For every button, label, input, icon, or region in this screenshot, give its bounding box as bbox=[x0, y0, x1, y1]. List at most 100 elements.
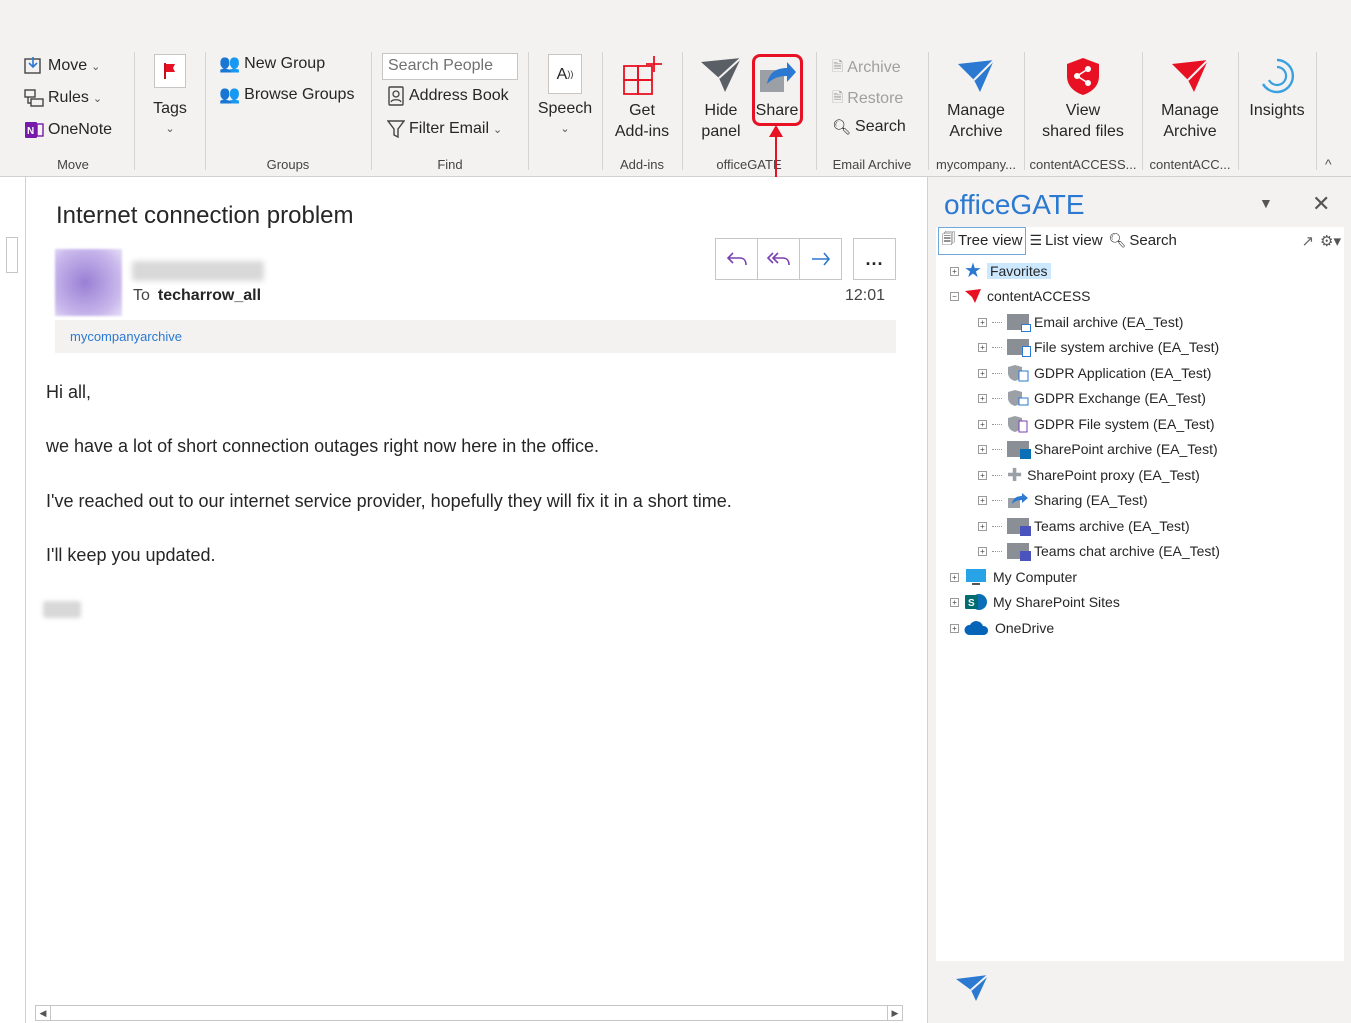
speech-button[interactable]: A)) Speech ⌄ bbox=[536, 54, 594, 140]
tree-item-sharepoint-proxy[interactable]: + ✚ SharePoint proxy (EA_Test) bbox=[978, 464, 1200, 486]
chevron-down-icon: ⌄ bbox=[92, 92, 103, 105]
expand-icon[interactable]: + bbox=[978, 419, 987, 429]
scroll-right-icon[interactable]: ▶ bbox=[887, 1006, 902, 1020]
expand-icon[interactable]: + bbox=[950, 597, 959, 607]
paper-plane-icon bbox=[934, 52, 1018, 100]
officegate-panel: officeGATE ▼ ✕ 🗐 Tree view ☰ List view 🔍… bbox=[927, 177, 1351, 1023]
expand-icon[interactable]: + bbox=[978, 368, 987, 378]
tree-item-favorites[interactable]: + ★ Favorites bbox=[950, 260, 1051, 282]
gear-icon[interactable]: ⚙▾ bbox=[1317, 230, 1344, 252]
search-people-input[interactable]: Search People bbox=[382, 53, 518, 80]
list-view-button[interactable]: ☰ List view bbox=[1026, 230, 1105, 251]
expand-icon[interactable]: + bbox=[950, 572, 959, 582]
hide-panel-button[interactable]: Hide panel bbox=[692, 52, 750, 142]
folder-info-bar: mycompanyarchive bbox=[55, 320, 896, 353]
body-paragraph: I'll keep you updated. bbox=[46, 545, 216, 565]
address-book-button[interactable]: Address Book bbox=[387, 86, 509, 106]
address-book-icon bbox=[388, 86, 404, 106]
close-icon[interactable]: ✕ bbox=[1312, 191, 1330, 217]
manage-archive-button[interactable]: Manage Archive bbox=[934, 52, 1018, 142]
browse-groups-button[interactable]: 👥 Browse Groups bbox=[219, 85, 354, 105]
get-addins-button[interactable]: Get Add-ins bbox=[608, 52, 676, 142]
email-subject: Internet connection problem bbox=[56, 202, 354, 229]
mycompany-group: Manage Archive mycompany... bbox=[930, 48, 1022, 174]
expand-folder-pane-handle[interactable] bbox=[6, 237, 18, 273]
ribbon-separator bbox=[682, 52, 683, 170]
pin-icon[interactable]: ↗ bbox=[1298, 230, 1317, 252]
tree-item-file-system-archive[interactable]: + File system archive (EA_Test) bbox=[978, 336, 1219, 358]
tree-item-teams-chat-archive[interactable]: + Teams chat archive (EA_Test) bbox=[978, 540, 1220, 562]
expand-icon[interactable]: + bbox=[950, 623, 959, 633]
folder-link[interactable]: mycompanyarchive bbox=[70, 329, 182, 344]
collapse-ribbon-icon[interactable]: ^ bbox=[1325, 156, 1332, 172]
paper-plane-icon bbox=[965, 289, 981, 303]
insights-icon bbox=[1242, 52, 1312, 100]
groups-group: 👥 New Group 👥 Browse Groups Groups bbox=[207, 48, 369, 174]
tags-button[interactable]: Tags ⌄ bbox=[146, 54, 194, 140]
expand-icon[interactable]: + bbox=[978, 546, 987, 556]
view-shared-files-button[interactable]: View shared files bbox=[1030, 52, 1136, 142]
tree-item-contentaccess[interactable]: − contentACCESS bbox=[950, 285, 1091, 307]
gdpr-shield-icon bbox=[1007, 364, 1029, 382]
read-aloud-icon: A)) bbox=[548, 54, 582, 94]
file-archive-icon bbox=[1007, 339, 1031, 357]
panel-toolbar: 🗐 Tree view ☰ List view 🔍︎ Search ↗ ⚙▾ bbox=[936, 226, 1344, 255]
recipient-name[interactable]: techarrow_all bbox=[158, 287, 261, 304]
folder-pane-collapsed bbox=[0, 177, 26, 1023]
expand-icon[interactable]: + bbox=[978, 495, 987, 505]
reply-actions bbox=[715, 238, 842, 280]
expand-icon[interactable]: + bbox=[978, 444, 987, 454]
reply-all-button[interactable] bbox=[758, 239, 800, 279]
add-ins-icon bbox=[608, 52, 676, 100]
reply-button[interactable] bbox=[716, 239, 758, 279]
tree-item-teams-archive[interactable]: + Teams archive (EA_Test) bbox=[978, 515, 1190, 537]
tree-item-gdpr-file-system[interactable]: + GDPR File system (EA_Test) bbox=[978, 413, 1214, 435]
onenote-button[interactable]: N OneNote bbox=[24, 120, 112, 140]
tree-item-email-archive[interactable]: + Email archive (EA_Test) bbox=[978, 311, 1183, 333]
panel-search-button[interactable]: 🔍︎ Search bbox=[1106, 230, 1180, 251]
forward-icon bbox=[811, 252, 830, 266]
tree-view-button[interactable]: 🗐 Tree view bbox=[938, 226, 1027, 255]
panel-menu-dropdown-icon[interactable]: ▼ bbox=[1259, 195, 1273, 211]
expand-icon[interactable]: + bbox=[950, 266, 959, 276]
group-label-officegate: officeGATE bbox=[716, 157, 782, 172]
expand-icon[interactable]: + bbox=[978, 342, 987, 352]
rules-button[interactable]: Rules ⌄ bbox=[24, 88, 102, 108]
move-button[interactable]: Move ⌄ bbox=[24, 56, 100, 76]
collapse-icon[interactable]: − bbox=[950, 291, 959, 301]
gdpr-shield-icon bbox=[1007, 389, 1029, 407]
tree-item-my-sharepoint-sites[interactable]: + S My SharePoint Sites bbox=[950, 591, 1120, 613]
expand-icon[interactable]: + bbox=[978, 521, 987, 531]
tree-item-gdpr-application[interactable]: + GDPR Application (EA_Test) bbox=[978, 362, 1211, 384]
archive-search-button[interactable]: 🔍︎ Search bbox=[832, 118, 906, 136]
rules-icon bbox=[24, 89, 44, 107]
archive-button[interactable]: 🗎 Archive bbox=[832, 56, 901, 80]
tree-item-sharing[interactable]: + Sharing (EA_Test) bbox=[978, 489, 1148, 511]
share-icon bbox=[1007, 491, 1029, 509]
expand-icon[interactable]: + bbox=[978, 317, 987, 327]
ribbon-separator bbox=[371, 52, 372, 170]
ribbon-separator bbox=[602, 52, 603, 170]
filter-email-button[interactable]: Filter Email ⌄ bbox=[387, 119, 502, 139]
insights-group: Insights bbox=[1240, 48, 1314, 174]
new-group-button[interactable]: 👥 New Group bbox=[219, 54, 325, 74]
tree-item-sharepoint-archive[interactable]: + SharePoint archive (EA_Test) bbox=[978, 438, 1218, 460]
people-icon: 👥 bbox=[219, 85, 241, 104]
restore-button[interactable]: 🗎 Restore bbox=[832, 87, 903, 111]
tree-item-onedrive[interactable]: + OneDrive bbox=[950, 617, 1054, 639]
search-icon: 🔍︎ bbox=[832, 119, 852, 136]
addins-group: Get Add-ins Add-ins bbox=[604, 48, 680, 174]
expand-icon[interactable]: + bbox=[978, 393, 987, 403]
speech-group: A)) Speech ⌄ bbox=[530, 48, 600, 174]
manage-archive-button-2[interactable]: Manage Archive bbox=[1148, 52, 1232, 142]
insights-button[interactable]: Insights bbox=[1242, 52, 1312, 121]
scroll-left-icon[interactable]: ◀ bbox=[36, 1006, 51, 1020]
more-actions-button[interactable]: ... bbox=[853, 238, 896, 280]
tree-item-my-computer[interactable]: + My Computer bbox=[950, 566, 1077, 588]
horizontal-scrollbar[interactable]: ◀ ▶ bbox=[35, 1005, 903, 1021]
expand-icon[interactable]: + bbox=[978, 470, 987, 480]
group-label-move: Move bbox=[57, 157, 89, 172]
forward-button[interactable] bbox=[800, 239, 841, 279]
tree-item-gdpr-exchange[interactable]: + GDPR Exchange (EA_Test) bbox=[978, 387, 1206, 409]
sender-name-redacted bbox=[132, 261, 264, 281]
